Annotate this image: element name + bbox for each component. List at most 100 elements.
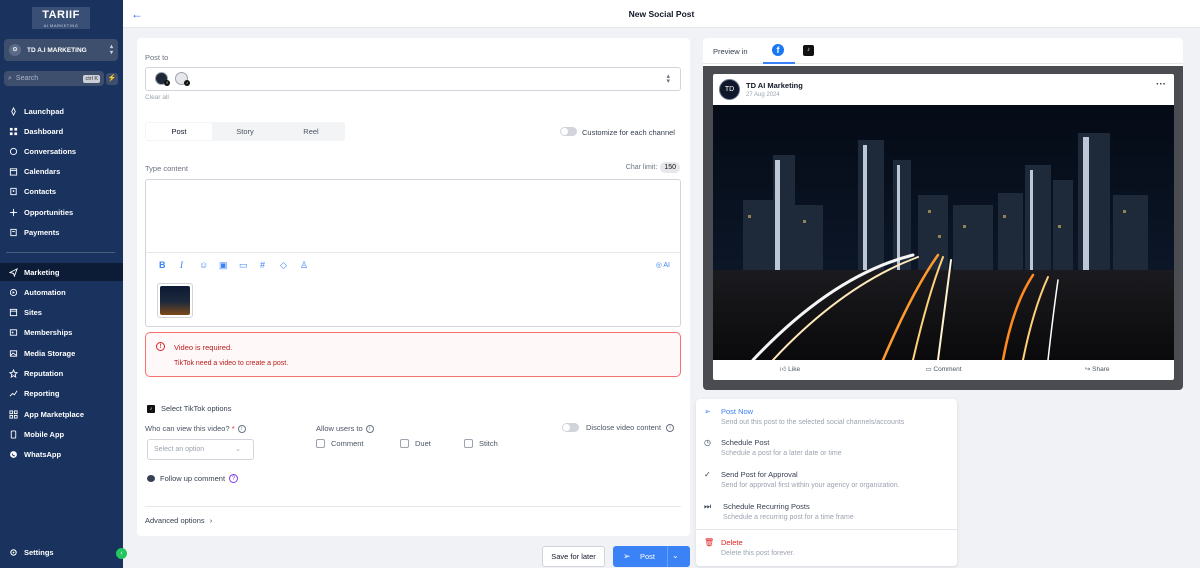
ai-assistant-button[interactable]: ◎ AI [656, 261, 670, 269]
quick-action-bolt-icon[interactable]: ⚡ [106, 73, 118, 85]
sidebar-item-marketing[interactable]: Marketing [0, 263, 123, 281]
sidebar-item-settings[interactable]: Settings [0, 543, 123, 561]
char-limit: Char limit: 150 [626, 162, 680, 173]
brand-logo[interactable]: TARIIF AI MARKETING [32, 7, 90, 29]
sidebar-item-label: App Marketplace [24, 409, 85, 419]
button-separator [667, 546, 668, 567]
follow-up-comment[interactable]: Follow up comment? [147, 474, 239, 483]
tab-facebook[interactable]: f [763, 38, 795, 64]
advanced-options-toggle[interactable]: Advanced options › [145, 516, 212, 525]
tab-story[interactable]: Story [212, 123, 278, 140]
sidebar-item-media-storage[interactable]: Media Storage [0, 344, 123, 362]
city-night-image [713, 105, 1174, 360]
error-alert: ! Video is required. TikTok need a video… [145, 332, 681, 377]
content-label: Type content [145, 164, 188, 173]
chevron-down-icon: ⌄ [235, 446, 241, 453]
sidebar-item-label: Automation [24, 287, 66, 297]
send-icon [8, 267, 19, 278]
automation-icon [8, 287, 19, 298]
help-icon[interactable]: ? [229, 474, 239, 483]
menu-item-desc: Schedule a recurring post for a time fra… [723, 514, 854, 521]
tiktok-icon: ♪ [147, 404, 155, 413]
bold-icon[interactable]: B [159, 260, 166, 270]
menu-divider [696, 529, 957, 530]
account-avatar-tiktok[interactable]: ♪ [175, 72, 190, 86]
more-options-icon[interactable]: ··· [1156, 79, 1166, 90]
video-icon[interactable]: ▭ [239, 260, 248, 270]
share-button[interactable]: ↪ Share [1020, 360, 1174, 380]
sidebar-item-label: Payments [24, 227, 60, 237]
sidebar-item-memberships[interactable]: Memberships [0, 323, 123, 341]
sidebar-item-conversations[interactable]: Conversations [0, 142, 123, 160]
preview-panel: Preview in f ♪ TD TD AI Marketing 27 Aug… [703, 38, 1183, 390]
privacy-select[interactable]: Select an option ⌄ [147, 439, 254, 460]
account-switcher[interactable]: ⊙ TD A.I MARKETING ▴ ▾ [4, 39, 118, 61]
collapse-sidebar-button[interactable]: ‹ [116, 548, 127, 559]
apps-icon [8, 409, 19, 420]
sidebar-item-label: Conversations [24, 146, 77, 156]
menu-item-desc: Delete this post forever. [721, 550, 795, 557]
sidebar-item-contacts[interactable]: Contacts [0, 182, 123, 200]
sidebar-item-automation[interactable]: Automation [0, 283, 123, 301]
checkbox-box[interactable] [464, 439, 473, 448]
sidebar-item-opportunities[interactable]: Opportunities [0, 203, 123, 221]
checkbox-box[interactable] [316, 439, 325, 448]
tab-tiktok[interactable]: ♪ [803, 45, 814, 56]
chevron-right-icon: › [209, 516, 213, 525]
sidebar-item-app-marketplace[interactable]: App Marketplace [0, 405, 123, 423]
italic-icon[interactable]: I [180, 260, 183, 270]
search-shortcut: ctrl K [83, 74, 100, 83]
customize-toggle[interactable] [560, 127, 577, 136]
mention-user-icon[interactable]: ♙ [300, 260, 308, 270]
sidebar-item-sites[interactable]: Sites [0, 303, 123, 321]
sidebar: TARIIF AI MARKETING ⊙ TD A.I MARKETING ▴ ▾… [0, 0, 127, 568]
chevron-down-icon[interactable]: ⌄ [672, 551, 679, 560]
info-icon: i [666, 423, 675, 432]
post-to-select[interactable]: f ♪ ▴ ▾ [145, 67, 681, 91]
attached-media-thumbnail[interactable] [157, 283, 193, 318]
search-input[interactable]: ⌕ Search ctrl K [4, 71, 104, 86]
post-button[interactable]: ➢ Post ⌄ [613, 546, 690, 567]
who-can-view-label: Who can view this video? * i [145, 424, 246, 434]
grid-icon [8, 126, 19, 137]
sidebar-item-reporting[interactable]: Reporting [0, 384, 123, 402]
whatsapp-icon [8, 449, 19, 460]
clear-all-link[interactable]: Clear all [145, 94, 169, 101]
info-icon: i [365, 425, 374, 434]
post-actions: 👍︎ Like ▭ Comment ↪ Share [713, 360, 1174, 380]
gear-icon [8, 547, 19, 558]
comment-button[interactable]: ▭ Comment [867, 360, 1021, 380]
save-for-later-button[interactable]: Save for later [542, 546, 605, 567]
sidebar-item-dashboard[interactable]: Dashboard [0, 122, 123, 140]
tab-reel[interactable]: Reel [278, 123, 344, 140]
sidebar-item-calendars[interactable]: Calendars [0, 162, 123, 180]
content-editor[interactable]: B I ☺ ▣ ▭ # ◇ ♙ ◎ AI [145, 179, 681, 327]
star-icon [8, 368, 19, 379]
sidebar-divider [6, 252, 115, 253]
sidebar-item-mobile-app[interactable]: Mobile App [0, 425, 123, 443]
disclose-toggle[interactable] [562, 423, 579, 432]
checkbox-box[interactable] [400, 439, 409, 448]
post-image [713, 105, 1174, 360]
sidebar-item-label: Marketing [24, 267, 60, 277]
tab-post[interactable]: Post [146, 123, 212, 140]
hashtag-icon[interactable]: # [260, 260, 265, 270]
disclose-video-row: Disclose video content i [562, 423, 675, 432]
sidebar-item-label: Opportunities [24, 207, 74, 217]
sidebar-item-payments[interactable]: Payments [0, 223, 123, 241]
account-avatar-facebook[interactable]: f [155, 72, 170, 86]
like-button[interactable]: 👍︎ Like [713, 360, 867, 380]
trash-icon: 🗑︎ [704, 538, 715, 547]
sidebar-item-whatsapp[interactable]: WhatsApp [0, 445, 123, 463]
tag-icon[interactable]: ◇ [280, 260, 287, 270]
emoji-icon[interactable]: ☺ [199, 260, 208, 270]
top-bar: ← New Social Post [123, 0, 1200, 28]
chart-icon [8, 388, 19, 399]
duet-checkbox[interactable]: Duet [400, 439, 431, 448]
comment-checkbox[interactable]: Comment [316, 439, 364, 448]
stitch-checkbox[interactable]: Stitch [464, 439, 498, 448]
sidebar-item-reputation[interactable]: Reputation [0, 364, 123, 382]
facebook-post-card: TD TD AI Marketing 27 Aug 2024 ··· 👍︎ Li… [713, 74, 1174, 380]
sidebar-item-launchpad[interactable]: Launchpad [0, 102, 123, 120]
image-icon[interactable]: ▣ [219, 260, 228, 270]
